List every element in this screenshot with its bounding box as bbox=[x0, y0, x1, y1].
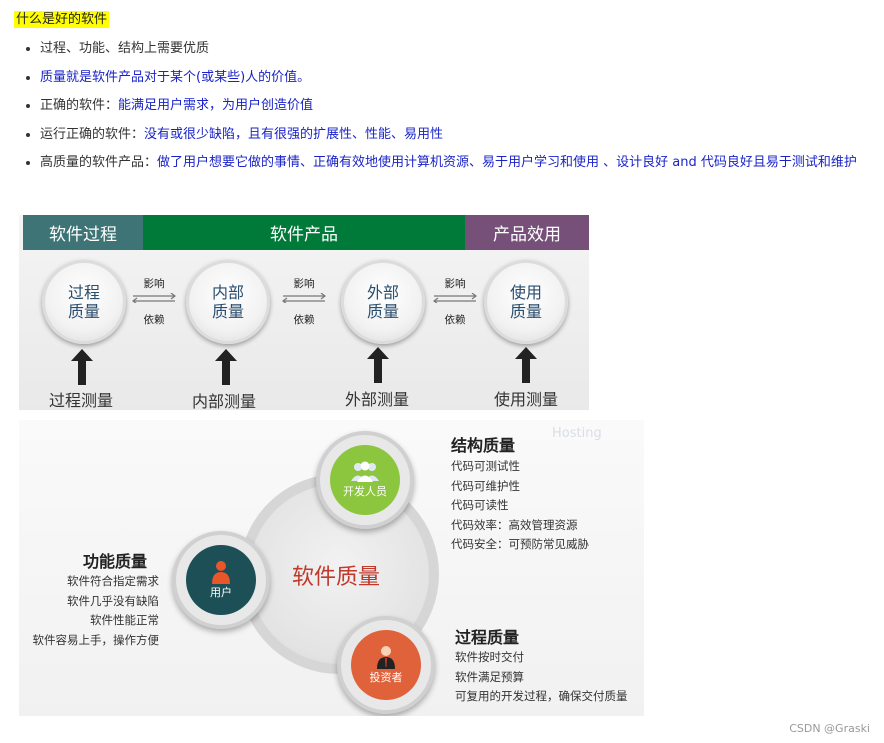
header-software-product: 软件产品 bbox=[143, 215, 465, 250]
list-item: 高质量的软件产品：做了用户想要它做的事情、正确有效地使用计算机资源、易于用户学习… bbox=[40, 154, 884, 171]
developer-node: 开发人员 bbox=[316, 431, 414, 529]
list-item: 软件容易上手，操作方便 bbox=[32, 632, 160, 647]
usage-quality-node: 使用 质量 bbox=[484, 260, 568, 344]
up-arrow-icon bbox=[71, 349, 93, 385]
investor-label: 投资者 bbox=[369, 671, 403, 684]
header-product-utility: 产品效用 bbox=[465, 215, 589, 250]
software-quality-diagram: Hosting 软件质量 开发人员 用户 投资者 结构质量 代码可测试性 代码可… bbox=[19, 420, 644, 716]
center-label: 软件质量 bbox=[292, 565, 381, 590]
influence-label: 影响 bbox=[143, 278, 165, 290]
influence-label: 影响 bbox=[293, 278, 315, 290]
list-item: 代码可测试性 bbox=[451, 459, 520, 473]
external-measure-label: 外部测量 bbox=[345, 390, 410, 409]
section-heading: 什么是好的软件 bbox=[14, 11, 110, 28]
list-item: 软件按时交付 bbox=[455, 650, 524, 664]
internal-quality-node: 内部 质量 bbox=[186, 260, 270, 344]
user-label: 用户 bbox=[210, 586, 232, 599]
usage-measure-label: 使用测量 bbox=[494, 390, 559, 409]
influence-label: 影响 bbox=[444, 278, 466, 290]
developer-badge: 开发人员 bbox=[330, 445, 400, 515]
list-item: 代码可维护性 bbox=[451, 478, 520, 493]
person-icon bbox=[212, 561, 230, 584]
dependency-label: 依赖 bbox=[444, 314, 466, 326]
list-item: 运行正确的软件：没有或很少缺陷，且有很强的扩展性、性能、易用性 bbox=[40, 126, 884, 143]
list-item: 代码可读性 bbox=[451, 498, 509, 512]
function-quality-list: 软件符合指定需求 软件几乎没有缺陷 软件性能正常 软件容易上手，操作方便 bbox=[19, 572, 160, 650]
up-arrow-icon bbox=[515, 347, 537, 383]
process-measure-label: 过程测量 bbox=[49, 391, 114, 410]
external-quality-node: 外部 质量 bbox=[341, 260, 425, 344]
up-arrow-icon bbox=[215, 349, 237, 385]
dependency-label: 依赖 bbox=[143, 314, 165, 326]
people-icon bbox=[351, 461, 379, 482]
hosting-watermark: Hosting bbox=[552, 426, 602, 441]
list-item: 过程、功能、结构上需要优质 bbox=[40, 40, 884, 57]
quality-flow-diagram: 软件过程 软件产品 产品效用 过程 质量 内部 质量 外部 质量 使用 质量 影响 依赖… bbox=[19, 215, 589, 410]
list-item: 质量就是软件产品对于某个(或某些)人的价值。 bbox=[40, 69, 884, 86]
double-arrow-icon bbox=[433, 293, 477, 303]
structure-quality-list: 代码可测试性 代码可维护性 代码可读性 代码效率：高效管理资源 代码安全：可预防… bbox=[451, 457, 589, 555]
businessman-icon bbox=[377, 646, 395, 669]
up-arrow-icon bbox=[367, 347, 389, 383]
process-quality-title: 过程质量 bbox=[455, 628, 520, 647]
header-software-process: 软件过程 bbox=[23, 215, 143, 250]
list-item: 代码效率：高效管理资源 bbox=[451, 517, 578, 532]
process-quality-node: 过程 质量 bbox=[42, 260, 126, 344]
list-item: 软件性能正常 bbox=[90, 613, 159, 627]
developer-label: 开发人员 bbox=[343, 485, 387, 498]
list-item: 正确的软件：能满足用户需求，为用户创造价值 bbox=[40, 97, 884, 114]
investor-badge: 投资者 bbox=[351, 630, 421, 700]
process-quality-list: 软件按时交付 软件满足预算 可复用的开发过程，确保交付质量 bbox=[455, 648, 628, 707]
user-node: 用户 bbox=[172, 531, 270, 629]
list-item: 可复用的开发过程，确保交付质量 bbox=[455, 689, 628, 703]
double-arrow-icon bbox=[132, 293, 176, 303]
user-badge: 用户 bbox=[186, 545, 256, 615]
list-item: 软件几乎没有缺陷 bbox=[67, 593, 159, 608]
list-item: 软件符合指定需求 bbox=[67, 574, 159, 588]
structure-quality-title: 结构质量 bbox=[451, 436, 516, 455]
csdn-watermark: CSDN @Graski bbox=[789, 722, 870, 735]
investor-node: 投资者 bbox=[337, 616, 435, 714]
list-item: 软件满足预算 bbox=[455, 669, 524, 684]
function-quality-title: 功能质量 bbox=[83, 552, 148, 571]
bullet-list: 过程、功能、结构上需要优质 质量就是软件产品对于某个(或某些)人的价值。 正确的… bbox=[20, 40, 884, 183]
double-arrow-icon bbox=[282, 293, 326, 303]
list-item: 代码安全：可预防常见威胁 bbox=[451, 537, 589, 551]
dependency-label: 依赖 bbox=[293, 314, 315, 326]
internal-measure-label: 内部测量 bbox=[192, 392, 257, 410]
